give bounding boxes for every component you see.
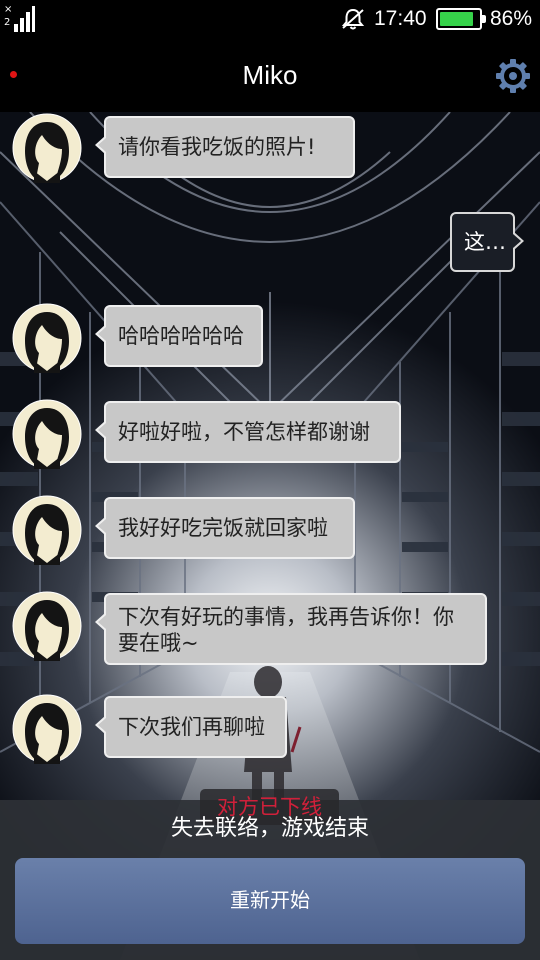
gear-icon[interactable]	[495, 58, 531, 94]
chat-header: Miko	[0, 38, 540, 112]
message-text: 请你看我吃饭的照片!	[118, 135, 316, 159]
message-bubble[interactable]: 下次我们再聊啦	[95, 696, 287, 758]
message-bubble[interactable]: 我好好吃完饭就回家啦	[95, 497, 355, 559]
message-text: 哈哈哈哈哈哈	[118, 324, 244, 348]
message-bubble[interactable]: 下次有好玩的事情，我再告诉你！你要在哦~	[95, 593, 487, 665]
miko-avatar[interactable]	[12, 113, 82, 183]
chat-title: Miko	[242, 60, 298, 90]
miko-avatar[interactable]	[12, 495, 82, 565]
status-bar: × 2 17:40 86%	[0, 0, 540, 38]
miko-avatar[interactable]	[12, 303, 82, 373]
message-text: 下次有好玩的事情，我再告诉你！你要在哦~	[118, 605, 454, 655]
clock: 17:40	[374, 7, 427, 30]
message-text: 好啦好啦，不管怎样都谢谢	[118, 420, 370, 444]
do-not-disturb-icon	[341, 8, 365, 30]
miko-avatar[interactable]	[12, 399, 82, 469]
battery-level-fill	[440, 12, 473, 26]
signal-icon: × 2	[4, 4, 35, 32]
message-bubble[interactable]: 请你看我吃饭的照片!	[95, 116, 355, 178]
game-over-text: 失去联络，游戏结束	[170, 816, 369, 841]
message-text: 这…	[464, 230, 506, 254]
sim-slot-label: 2	[4, 17, 11, 28]
restart-button[interactable]: 重新开始	[15, 858, 525, 944]
message-bubble[interactable]: 好啦好啦，不管怎样都谢谢	[95, 401, 401, 463]
battery-icon	[436, 8, 486, 30]
message-text: 下次我们再聊啦	[118, 715, 265, 739]
message-bubble[interactable]: 哈哈哈哈哈哈	[95, 305, 263, 367]
battery-percent: 86%	[490, 7, 533, 30]
signal-indicator-label: ×	[4, 4, 13, 15]
message-text: 我好好吃完饭就回家啦	[118, 516, 328, 540]
miko-avatar[interactable]	[12, 591, 82, 661]
miko-avatar[interactable]	[12, 694, 82, 764]
my-message-bubble[interactable]: 这…	[450, 212, 524, 272]
